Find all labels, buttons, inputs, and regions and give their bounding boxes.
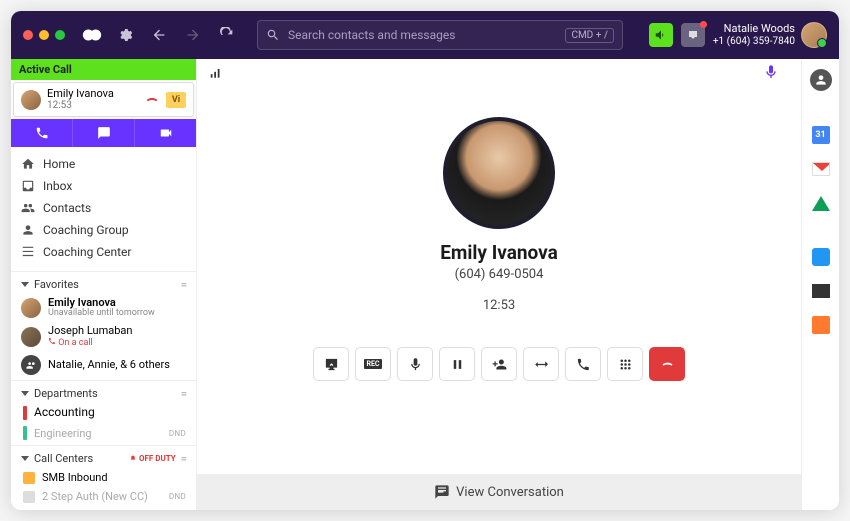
call-duration: 12:53 [47, 100, 138, 111]
nav-contacts[interactable]: Contacts [11, 197, 196, 219]
active-call-card[interactable]: Emily Ivanova 12:53 Vi [13, 82, 194, 117]
view-conversation-button[interactable]: View Conversation [197, 474, 801, 510]
cc-color [23, 491, 35, 503]
traffic-lights [23, 30, 65, 40]
record-button[interactable]: REC [355, 347, 391, 381]
profile-icon[interactable] [810, 69, 832, 91]
search-icon [266, 28, 280, 42]
chevron-down-icon [21, 456, 29, 461]
search-bar[interactable]: CMD + / [257, 20, 623, 50]
search-shortcut: CMD + / [565, 28, 614, 43]
hangup-icon[interactable] [144, 92, 160, 108]
dial-button[interactable] [11, 119, 72, 147]
callcenter-item[interactable]: 2 Step Auth (New CC)DND [11, 487, 196, 506]
callcenter-item[interactable]: SMB Inbound [11, 468, 196, 487]
off-duty-badge: OFF DUTY [129, 454, 176, 463]
vi-badge: Vi [166, 92, 186, 108]
settings-icon[interactable] [113, 23, 137, 47]
back-icon[interactable] [147, 23, 171, 47]
cc-color [23, 472, 35, 484]
department-item[interactable]: Accounting [11, 403, 196, 423]
refresh-icon[interactable] [215, 23, 239, 47]
caller-name: Emily Ivanova [47, 88, 138, 100]
contact-avatar [21, 327, 41, 347]
end-call-button[interactable] [649, 347, 685, 381]
mute-button[interactable] [397, 347, 433, 381]
favorite-item[interactable]: Joseph Lumaban On a call [11, 322, 196, 352]
search-input[interactable] [288, 28, 557, 42]
call-controls: REC [313, 347, 685, 381]
nav-inbox[interactable]: Inbox [11, 175, 196, 197]
caller-avatar [21, 90, 41, 110]
signal-icon [209, 65, 223, 84]
chevron-down-icon [21, 282, 29, 287]
titlebar: CMD + / Natalie Woods +1 (604) 359-7840 [11, 11, 839, 59]
favorite-item[interactable]: Emily IvanovaUnavailable until tomorrow [11, 294, 196, 322]
minimize-window[interactable] [39, 30, 49, 40]
section-favorites[interactable]: Favorites= [11, 271, 196, 294]
zendesk-icon[interactable] [811, 281, 831, 301]
chat-icon [434, 484, 450, 500]
call-topbar [197, 59, 801, 89]
group-avatar [21, 355, 41, 375]
quick-actions [11, 119, 196, 147]
voice-ai-icon[interactable] [763, 64, 779, 84]
user-avatar [801, 22, 827, 48]
phone-icon [48, 337, 56, 345]
nav-coaching-group[interactable]: Coaching Group [11, 219, 196, 241]
call-park-button[interactable] [565, 347, 601, 381]
screenshare-button[interactable] [313, 347, 349, 381]
section-callcenters[interactable]: Call CentersOFF DUTY= [11, 445, 196, 468]
call-timer: 12:53 [483, 298, 515, 313]
google-drive-icon[interactable] [811, 193, 831, 213]
keypad-button[interactable] [607, 347, 643, 381]
nav-coaching-center[interactable]: Coaching Center [11, 241, 196, 263]
video-button[interactable] [135, 119, 196, 147]
drag-handle-icon[interactable]: = [181, 452, 186, 465]
user-phone: +1 (604) 359-7840 [713, 36, 795, 48]
favorite-item[interactable]: Natalie, Annie, & 6 others [11, 352, 196, 378]
contact-name: Emily Ivanova [440, 241, 558, 264]
dnd-badge: DND [169, 429, 186, 438]
drag-handle-icon[interactable]: = [181, 278, 186, 291]
contact-avatar-large [443, 117, 555, 229]
transfer-button[interactable] [523, 347, 559, 381]
call-view: Emily Ivanova (604) 649-0504 12:53 REC [197, 59, 801, 510]
add-participant-button[interactable] [481, 347, 517, 381]
dept-color [23, 406, 27, 420]
contact-phone: (604) 649-0504 [455, 267, 544, 282]
maximize-window[interactable] [55, 30, 65, 40]
sidebar: Active Call Emily Ivanova 12:53 Vi Home … [11, 59, 197, 510]
user-menu[interactable]: Natalie Woods +1 (604) 359-7840 [713, 22, 827, 48]
app-window: CMD + / Natalie Woods +1 (604) 359-7840 … [11, 11, 839, 510]
drag-handle-icon[interactable]: = [181, 387, 186, 400]
announcements-icon[interactable] [649, 23, 673, 47]
chevron-down-icon [21, 391, 29, 396]
contact-avatar [21, 298, 41, 318]
user-name: Natalie Woods [713, 22, 795, 35]
section-departments[interactable]: Departments= [11, 380, 196, 403]
google-calendar-icon[interactable]: 31 [811, 125, 831, 145]
message-button[interactable] [72, 119, 135, 147]
app-rail: 31 [801, 59, 839, 510]
close-window[interactable] [23, 30, 33, 40]
gmail-icon[interactable] [811, 159, 831, 179]
hubspot-icon[interactable] [811, 315, 831, 335]
hold-button[interactable] [439, 347, 475, 381]
dnd-badge: DND [169, 492, 186, 501]
notifications-icon[interactable] [681, 23, 705, 47]
dept-color [23, 426, 27, 440]
department-item[interactable]: EngineeringDND [11, 423, 196, 443]
callcenter-item[interactable]: Billing Call CenterDND [11, 506, 196, 510]
app-logo [81, 24, 103, 46]
forward-icon [181, 23, 205, 47]
nav-home[interactable]: Home [11, 153, 196, 175]
messaging-app-icon[interactable] [811, 247, 831, 267]
active-call-banner: Active Call [11, 59, 196, 80]
